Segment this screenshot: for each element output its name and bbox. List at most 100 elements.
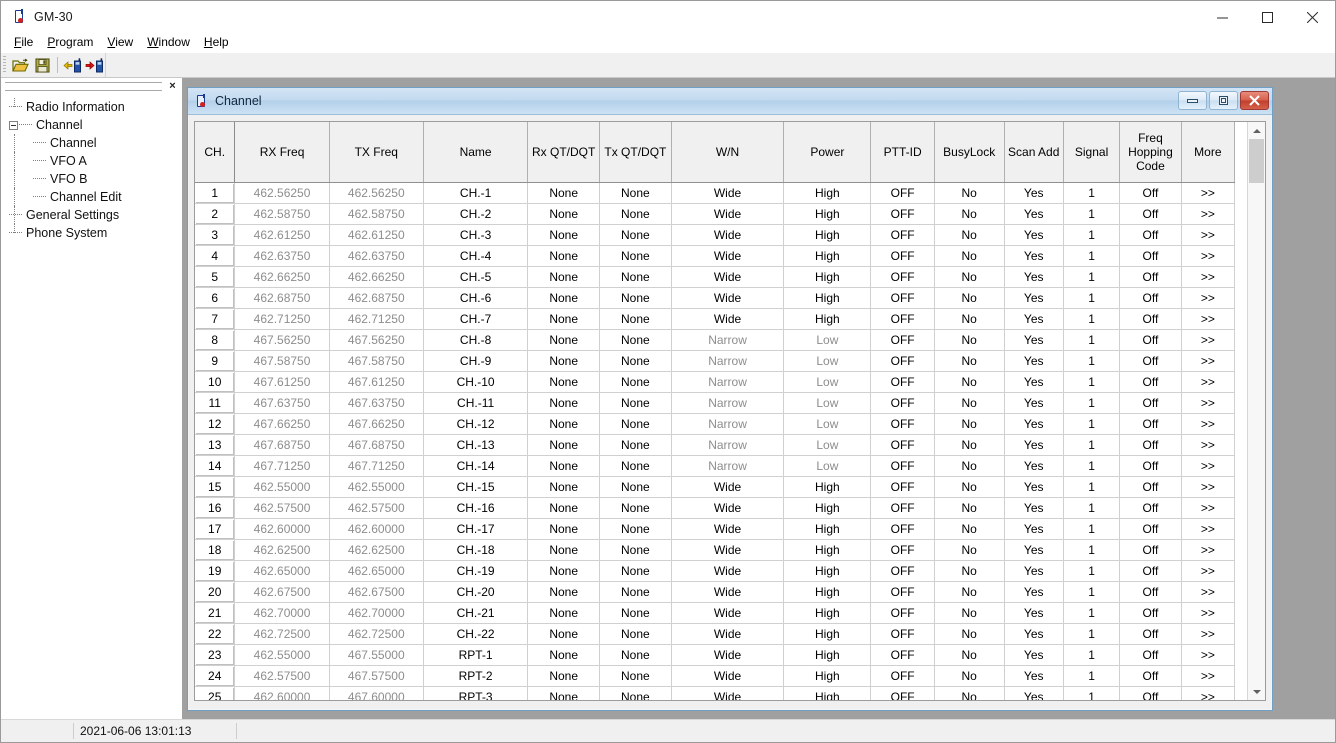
table-row[interactable]: 3462.61250462.61250CH.-3NoneNoneWideHigh… [195,225,1235,246]
cell-channel-number[interactable]: 13 [195,435,235,456]
cell-more[interactable]: >> [1181,309,1234,330]
cell-tx-freq[interactable]: 462.72500 [329,624,423,645]
cell-signal[interactable]: 1 [1063,351,1119,372]
cell-ptt-id[interactable]: OFF [871,645,934,666]
table-row[interactable]: 21462.70000462.70000CH.-21NoneNoneWideHi… [195,603,1235,624]
cell-rx-qt-dqt[interactable]: None [528,330,600,351]
cell-freq-hopping-code[interactable]: Off [1120,645,1181,666]
cell-rx-qt-dqt[interactable]: None [528,624,600,645]
save-file-button[interactable] [31,54,53,76]
cell-scan-add[interactable]: Yes [1004,519,1063,540]
cell-name[interactable]: CH.-11 [423,393,527,414]
maximize-button[interactable] [1245,1,1290,33]
cell-tx-qt-dqt[interactable]: None [600,561,672,582]
cell-wn[interactable]: Wide [671,666,784,687]
table-row[interactable]: 6462.68750462.68750CH.-6NoneNoneWideHigh… [195,288,1235,309]
toolbar-grip[interactable] [3,56,6,74]
cell-channel-number[interactable]: 4 [195,246,235,267]
cell-rx-qt-dqt[interactable]: None [528,561,600,582]
cell-rx-freq[interactable]: 462.72500 [235,624,329,645]
cell-name[interactable]: CH.-12 [423,414,527,435]
cell-rx-qt-dqt[interactable]: None [528,645,600,666]
cell-ptt-id[interactable]: OFF [871,183,934,204]
column-header-signal[interactable]: Signal [1063,122,1119,183]
cell-wn[interactable]: Wide [671,288,784,309]
cell-power[interactable]: High [784,582,871,603]
cell-rx-qt-dqt[interactable]: None [528,498,600,519]
cell-tx-qt-dqt[interactable]: None [600,414,672,435]
cell-tx-qt-dqt[interactable]: None [600,372,672,393]
cell-ptt-id[interactable]: OFF [871,330,934,351]
cell-tx-freq[interactable]: 467.58750 [329,351,423,372]
cell-signal[interactable]: 1 [1063,225,1119,246]
cell-name[interactable]: RPT-2 [423,666,527,687]
menu-window[interactable]: Window [141,34,198,51]
cell-power[interactable]: High [784,204,871,225]
table-row[interactable]: 4462.63750462.63750CH.-4NoneNoneWideHigh… [195,246,1235,267]
cell-name[interactable]: CH.-8 [423,330,527,351]
cell-wn[interactable]: Wide [671,582,784,603]
cell-signal[interactable]: 1 [1063,477,1119,498]
cell-freq-hopping-code[interactable]: Off [1120,372,1181,393]
cell-freq-hopping-code[interactable]: Off [1120,435,1181,456]
cell-rx-freq[interactable]: 467.61250 [235,372,329,393]
cell-name[interactable]: CH.-16 [423,498,527,519]
cell-scan-add[interactable]: Yes [1004,414,1063,435]
cell-busylock[interactable]: No [934,351,1004,372]
cell-channel-number[interactable]: 20 [195,582,235,603]
cell-freq-hopping-code[interactable]: Off [1120,624,1181,645]
cell-scan-add[interactable]: Yes [1004,456,1063,477]
cell-more[interactable]: >> [1181,477,1234,498]
cell-signal[interactable]: 1 [1063,687,1119,701]
cell-channel-number[interactable]: 21 [195,603,235,624]
cell-busylock[interactable]: No [934,498,1004,519]
cell-freq-hopping-code[interactable]: Off [1120,393,1181,414]
column-header-ch[interactable]: CH. [195,122,235,183]
cell-power[interactable]: High [784,477,871,498]
cell-channel-number[interactable]: 6 [195,288,235,309]
cell-rx-freq[interactable]: 462.57500 [235,498,329,519]
cell-tx-qt-dqt[interactable]: None [600,288,672,309]
cell-name[interactable]: CH.-21 [423,603,527,624]
tree-item-channel-edit[interactable]: Channel Edit [9,188,181,206]
cell-scan-add[interactable]: Yes [1004,435,1063,456]
cell-freq-hopping-code[interactable]: Off [1120,561,1181,582]
cell-more[interactable]: >> [1181,246,1234,267]
cell-ptt-id[interactable]: OFF [871,666,934,687]
column-header-wn[interactable]: W/N [671,122,784,183]
cell-scan-add[interactable]: Yes [1004,687,1063,701]
cell-channel-number[interactable]: 11 [195,393,235,414]
cell-signal[interactable]: 1 [1063,540,1119,561]
column-header-scan-add[interactable]: Scan Add [1004,122,1063,183]
cell-scan-add[interactable]: Yes [1004,225,1063,246]
cell-channel-number[interactable]: 5 [195,267,235,288]
cell-busylock[interactable]: No [934,414,1004,435]
cell-freq-hopping-code[interactable]: Off [1120,288,1181,309]
cell-channel-number[interactable]: 22 [195,624,235,645]
cell-rx-qt-dqt[interactable]: None [528,456,600,477]
tree-item-vfo-b[interactable]: VFO B [9,170,181,188]
table-row[interactable]: 23462.55000467.55000RPT-1NoneNoneWideHig… [195,645,1235,666]
cell-channel-number[interactable]: 17 [195,519,235,540]
cell-tx-freq[interactable]: 467.60000 [329,687,423,701]
cell-rx-freq[interactable]: 462.63750 [235,246,329,267]
cell-tx-qt-dqt[interactable]: None [600,519,672,540]
cell-tx-freq[interactable]: 467.71250 [329,456,423,477]
cell-signal[interactable]: 1 [1063,393,1119,414]
cell-wn[interactable]: Wide [671,645,784,666]
cell-busylock[interactable]: No [934,330,1004,351]
cell-channel-number[interactable]: 2 [195,204,235,225]
cell-freq-hopping-code[interactable]: Off [1120,309,1181,330]
cell-signal[interactable]: 1 [1063,330,1119,351]
table-row[interactable]: 22462.72500462.72500CH.-22NoneNoneWideHi… [195,624,1235,645]
cell-busylock[interactable]: No [934,624,1004,645]
grid-vertical-scrollbar[interactable] [1247,122,1265,700]
cell-rx-qt-dqt[interactable]: None [528,204,600,225]
cell-tx-qt-dqt[interactable]: None [600,267,672,288]
cell-wn[interactable]: Wide [671,687,784,701]
cell-tx-qt-dqt[interactable]: None [600,687,672,701]
cell-freq-hopping-code[interactable]: Off [1120,456,1181,477]
cell-tx-freq[interactable]: 467.61250 [329,372,423,393]
cell-name[interactable]: CH.-7 [423,309,527,330]
cell-wn[interactable]: Narrow [671,351,784,372]
